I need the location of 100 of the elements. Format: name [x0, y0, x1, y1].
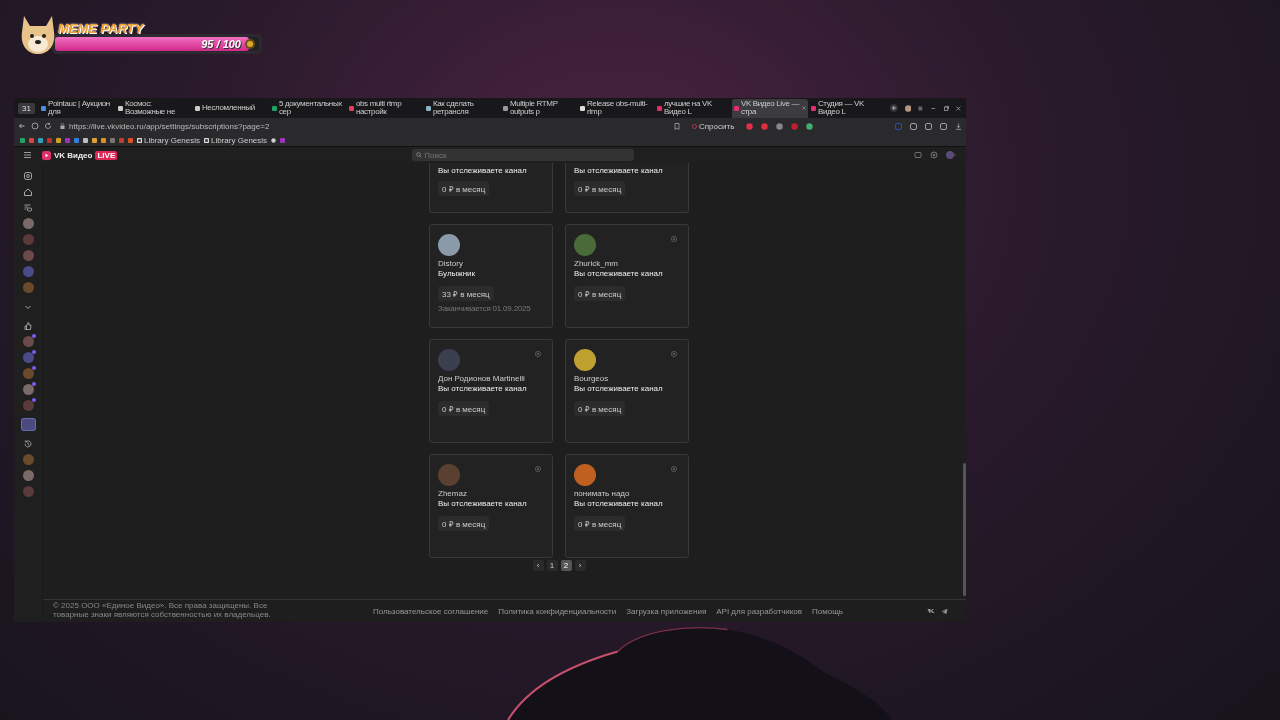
footer-link[interactable]: Загрузка приложения: [626, 606, 707, 616]
subscription-title: Вы отслеживаете канал: [574, 499, 663, 508]
browser-tab[interactable]: Как сделать ретрансля: [423, 98, 500, 118]
price-tag: 0 ₽ в месяц: [438, 181, 490, 196]
page-button[interactable]: 1: [546, 560, 558, 571]
restore-icon[interactable]: [942, 104, 950, 112]
browser-tab[interactable]: Студия — VK Видео L: [808, 98, 885, 118]
channel-tile[interactable]: [21, 419, 35, 430]
live-badge: LIVE: [95, 150, 118, 160]
channel-avatar-photo: [574, 349, 596, 371]
user-avatar-icon[interactable]: [946, 151, 956, 159]
channel-name: Distory: [438, 259, 463, 268]
price-tag: 0 ₽ в месяц: [574, 181, 626, 196]
channel-avatar[interactable]: [22, 282, 34, 293]
telegram-icon[interactable]: [941, 607, 948, 615]
search-icon: [416, 152, 423, 158]
subscription-title: Вы отслеживаете канал: [574, 384, 663, 393]
channel-avatar-photo: [438, 349, 460, 371]
browser-tab[interactable]: Release obs-multi-rtmp: [577, 98, 654, 118]
footer-link[interactable]: Политика конфиденциальности: [498, 606, 617, 616]
channel-avatar[interactable]: [22, 250, 34, 261]
channel-avatar[interactable]: [22, 218, 34, 229]
close-icon[interactable]: [955, 104, 962, 112]
remove-icon[interactable]: [535, 466, 541, 472]
profile-icon[interactable]: [904, 104, 912, 112]
channel-avatar-photo: [438, 464, 460, 486]
channel-name: Zhemaz: [438, 489, 467, 498]
tab-title: Как сделать ретрансля: [432, 99, 475, 117]
close-icon[interactable]: [801, 106, 806, 110]
tab-group-button[interactable]: 31: [18, 102, 35, 114]
download-icon[interactable]: [955, 122, 962, 130]
channel-avatar[interactable]: [22, 454, 34, 465]
price-tag: 0 ₽ в месяц: [438, 516, 490, 531]
widget-title: MEME PARTY: [57, 21, 145, 36]
play-logo-icon[interactable]: [42, 150, 51, 160]
scrollbar[interactable]: [963, 463, 966, 596]
home-icon[interactable]: [23, 186, 33, 197]
channel-avatar-photo: [438, 234, 460, 256]
copyright-text: © 2025 ООО «Единое Видео». Все права защищены. Все товарные знаки являются собственностью их владельцев.: [53, 602, 272, 620]
page-button[interactable]: 2: [560, 560, 572, 571]
browser-tab[interactable]: 5 документальных сер: [269, 98, 346, 118]
tab-title: лучшие на VK Видео L: [663, 99, 713, 117]
browser-tab[interactable]: Несломленный: [192, 98, 269, 118]
footer-link[interactable]: API для разработчиков: [716, 606, 803, 616]
channel-avatar[interactable]: [22, 470, 34, 481]
subscription-title: Вы отслеживаете канал: [438, 166, 527, 175]
browser-tab[interactable]: Космос: Возможные не: [115, 98, 192, 118]
remove-icon[interactable]: [671, 351, 677, 357]
vk-icon[interactable]: [927, 608, 935, 615]
tab-title: Multiple RTMP outputs p: [509, 99, 559, 117]
channel-avatar[interactable]: [22, 384, 34, 395]
channel-avatar-photo: [574, 234, 596, 256]
next-page-button[interactable]: ›: [574, 560, 586, 571]
footer-link[interactable]: Помощь: [812, 606, 843, 616]
channel-avatar[interactable]: [22, 400, 34, 411]
browser-tab[interactable]: VK Видео Live — стра: [731, 98, 808, 118]
menu-icon[interactable]: [917, 104, 924, 112]
bookmark-icon[interactable]: [674, 122, 680, 130]
channel-avatar[interactable]: [22, 368, 34, 379]
channel-name: Zhurick_mm: [574, 259, 618, 268]
channel-avatar[interactable]: [22, 352, 34, 363]
channel-avatar[interactable]: [22, 336, 34, 347]
browser-tab[interactable]: Pointauc | Аукцион для: [38, 98, 115, 118]
book-icon: [204, 137, 210, 143]
tab-title: Несломленный: [201, 103, 256, 113]
previous-page-button[interactable]: ‹: [532, 560, 544, 571]
channel-avatar[interactable]: [22, 266, 34, 277]
reload-icon[interactable]: [44, 122, 52, 130]
browser-tab[interactable]: лучшие на VK Видео L: [654, 98, 731, 118]
menu-icon[interactable]: [23, 151, 32, 159]
coin-icon: [245, 39, 255, 49]
back-icon[interactable]: [18, 122, 26, 130]
footer-link[interactable]: Пользовательское соглашение: [373, 606, 489, 616]
price-tag: 0 ₽ в месяц: [438, 401, 490, 416]
ask-button[interactable]: Спросить: [688, 121, 739, 131]
clips-icon[interactable]: [23, 170, 33, 181]
remove-icon[interactable]: [671, 466, 677, 472]
remove-icon[interactable]: [535, 351, 541, 357]
browser-tab[interactable]: obs multi rtmp настройк: [346, 98, 423, 118]
browser-tab[interactable]: Multiple RTMP outputs p: [500, 98, 577, 118]
add-icon[interactable]: [930, 151, 938, 159]
remove-icon[interactable]: [671, 236, 677, 242]
tab-title: Космос: Возможные не: [124, 99, 176, 117]
tab-title: Pointauc | Аукцион для: [47, 99, 111, 117]
expiry-note: Заканчивается 01.09.2025: [438, 304, 531, 313]
subscription-title: Булыжник: [438, 269, 476, 278]
site-logo[interactable]: VK Видео: [54, 150, 93, 160]
bookmark-item[interactable]: Library Genesis: [137, 135, 201, 145]
search-field[interactable]: Поиск: [412, 149, 635, 161]
subscriptions-icon[interactable]: [23, 202, 33, 213]
book-icon: [137, 137, 142, 143]
tab-title: VK Видео Live — стра: [740, 99, 800, 117]
history-icon[interactable]: [23, 438, 33, 449]
tab-title: obs multi rtmp настройк: [355, 99, 403, 117]
thumbs-up-icon[interactable]: [23, 320, 33, 331]
subscription-title: Вы отслеживаете канал: [438, 499, 527, 508]
channel-name: Дон Родионов Martinelli: [438, 374, 525, 383]
new-tab-icon[interactable]: [889, 104, 898, 112]
price-tag: 0 ₽ в месяц: [574, 286, 626, 301]
bookmark-item[interactable]: Library Genesis: [204, 135, 268, 145]
